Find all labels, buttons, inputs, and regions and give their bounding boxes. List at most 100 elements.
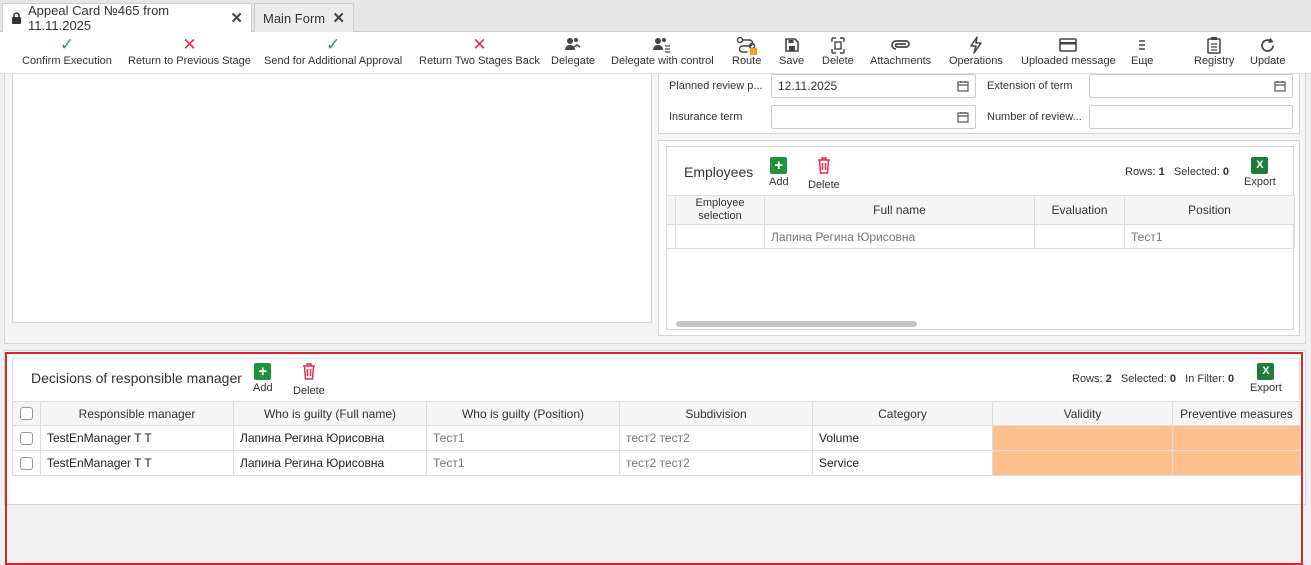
select-all-column[interactable] <box>12 401 41 426</box>
update-button[interactable]: Update <box>1250 35 1285 67</box>
extension-of-term-label: Extension of term <box>987 80 1073 92</box>
more-button[interactable]: Еще <box>1131 35 1153 67</box>
preventive-measures-cell[interactable] <box>1172 425 1301 451</box>
employee-selection-cell[interactable] <box>675 224 765 249</box>
category-cell[interactable]: Service <box>812 450 993 476</box>
employees-export-button[interactable]: X Export <box>1244 157 1276 188</box>
employees-add-button[interactable]: + Add <box>769 157 789 188</box>
table-row[interactable]: TestEnManager T T Лапина Регина Юрисовна… <box>12 450 1301 476</box>
button-label: Delegate <box>551 55 596 67</box>
delegate-button[interactable]: Delegate <box>551 35 595 67</box>
operations-button[interactable]: Operations <box>949 35 1003 67</box>
cross-icon: ✕ <box>182 35 197 54</box>
button-label: Send for Additional Approval <box>264 55 403 67</box>
button-label: Update <box>1250 55 1286 67</box>
horizontal-scrollbar[interactable] <box>676 321 917 327</box>
confirm-execution-button[interactable]: ✓ Confirm Execution <box>22 35 112 67</box>
attachments-button[interactable]: Attachments <box>870 35 931 67</box>
checkmark-icon: ✓ <box>59 35 75 54</box>
decisions-title: Decisions of responsible manager <box>31 370 242 386</box>
row-checkbox[interactable] <box>20 456 33 470</box>
decisions-delete-button[interactable]: Delete <box>293 363 325 397</box>
registry-button[interactable]: Registry <box>1194 35 1234 67</box>
select-all-column[interactable] <box>666 195 676 225</box>
full-name-cell[interactable]: Лапина Регина Юрисовна <box>764 224 1035 249</box>
column-header[interactable]: Responsible manager <box>40 401 234 426</box>
column-header[interactable]: Who is guilty (Position) <box>426 401 620 426</box>
column-header[interactable]: Who is guilty (Full name) <box>233 401 427 426</box>
save-button[interactable]: Save <box>779 35 804 67</box>
button-label: Return Two Stages Back <box>419 55 540 67</box>
button-label: Operations <box>949 55 1003 67</box>
calendar-icon[interactable] <box>957 80 969 92</box>
button-label: Uploaded message <box>1021 55 1116 67</box>
checkmark-icon: ✓ <box>325 35 341 54</box>
button-label: Delete <box>808 179 840 191</box>
tab-appeal-card[interactable]: Appeal Card №465 from 11.11.2025 ✕ <box>2 3 252 33</box>
selected-count: 0 <box>1169 373 1176 385</box>
guilty-position-cell[interactable]: Тест1 <box>426 450 620 476</box>
row-selector[interactable] <box>12 425 41 451</box>
position-cell[interactable]: Тест1 <box>1124 224 1295 249</box>
row-selector[interactable] <box>666 224 676 249</box>
validity-cell[interactable] <box>992 450 1173 476</box>
number-of-review-field[interactable] <box>1089 105 1293 129</box>
send-additional-approval-button[interactable]: ✓ Send for Additional Approval <box>264 35 402 67</box>
column-header[interactable]: Validity <box>992 401 1173 426</box>
guilty-name-cell[interactable]: Лапина Регина Юрисовна <box>233 425 427 451</box>
tab-main-form[interactable]: Main Form ✕ <box>254 3 354 32</box>
insurance-term-field[interactable] <box>771 105 976 129</box>
guilty-name-cell[interactable]: Лапина Регина Юрисовна <box>233 450 427 476</box>
calendar-icon[interactable] <box>957 111 969 123</box>
guilty-position-cell[interactable]: Тест1 <box>426 425 620 451</box>
button-label: Route <box>732 55 762 67</box>
decisions-panel-header: Decisions of responsible manager + Add D… <box>12 358 1300 400</box>
button-label: Еще <box>1131 55 1154 67</box>
subdivision-cell[interactable]: тест2 тест2 <box>619 450 813 476</box>
select-all-checkbox[interactable] <box>20 407 33 420</box>
button-label: Save <box>779 55 805 67</box>
column-header[interactable]: Position <box>1124 195 1295 225</box>
subdivision-cell[interactable]: тест2 тест2 <box>619 425 813 451</box>
column-header[interactable]: Employee selection <box>675 195 765 225</box>
calendar-icon[interactable] <box>1274 80 1286 92</box>
button-label: Delegate with control <box>611 55 714 67</box>
column-header[interactable]: Full name <box>764 195 1035 225</box>
column-header[interactable]: Evaluation <box>1034 195 1125 225</box>
button-label: Export <box>1250 382 1282 394</box>
planned-review-label: Planned review p... <box>669 80 763 92</box>
decisions-export-button[interactable]: X Export <box>1250 363 1282 394</box>
table-row[interactable]: TestEnManager T T Лапина Регина Юрисовна… <box>12 425 1301 451</box>
extension-of-term-field[interactable] <box>1089 74 1293 98</box>
category-cell[interactable]: Volume <box>812 425 993 451</box>
manager-cell[interactable]: TestEnManager T T <box>40 450 234 476</box>
card-icon <box>1059 35 1078 55</box>
validity-cell[interactable] <box>992 425 1173 451</box>
return-previous-stage-button[interactable]: ✕ Return to Previous Stage <box>128 35 251 67</box>
term-fields: Planned review p... 12.11.2025 Extension… <box>658 74 1300 134</box>
selected-label: Selected: <box>1120 373 1167 385</box>
delegate-with-control-button[interactable]: Delegate with control <box>611 35 714 67</box>
row-selector[interactable] <box>12 450 41 476</box>
return-two-stages-button[interactable]: ✕ Return Two Stages Back <box>419 35 540 67</box>
column-header[interactable]: Preventive measures <box>1172 401 1301 426</box>
delegate-icon <box>564 35 582 55</box>
uploaded-message-button[interactable]: Uploaded message <box>1021 35 1116 67</box>
manager-cell[interactable]: TestEnManager T T <box>40 425 234 451</box>
employees-delete-button[interactable]: Delete <box>808 157 840 191</box>
row-checkbox[interactable] <box>20 431 33 445</box>
in-filter-label: In Filter: <box>1185 373 1225 385</box>
table-row[interactable]: Лапина Регина Юрисовна Тест1 <box>666 224 1295 249</box>
close-icon[interactable]: ✕ <box>230 9 243 27</box>
route-button[interactable]: ! Route <box>732 35 761 67</box>
preventive-measures-cell[interactable] <box>1172 450 1301 476</box>
rows-label: Rows: <box>1072 373 1103 385</box>
button-label: Delete <box>293 385 325 397</box>
planned-review-field[interactable]: 12.11.2025 <box>771 74 976 98</box>
close-icon[interactable]: ✕ <box>332 9 345 27</box>
decisions-add-button[interactable]: + Add <box>253 363 273 394</box>
column-header[interactable]: Subdivision <box>619 401 813 426</box>
evaluation-cell[interactable] <box>1034 224 1125 249</box>
delete-button[interactable]: Delete <box>822 35 854 67</box>
column-header[interactable]: Category <box>812 401 993 426</box>
